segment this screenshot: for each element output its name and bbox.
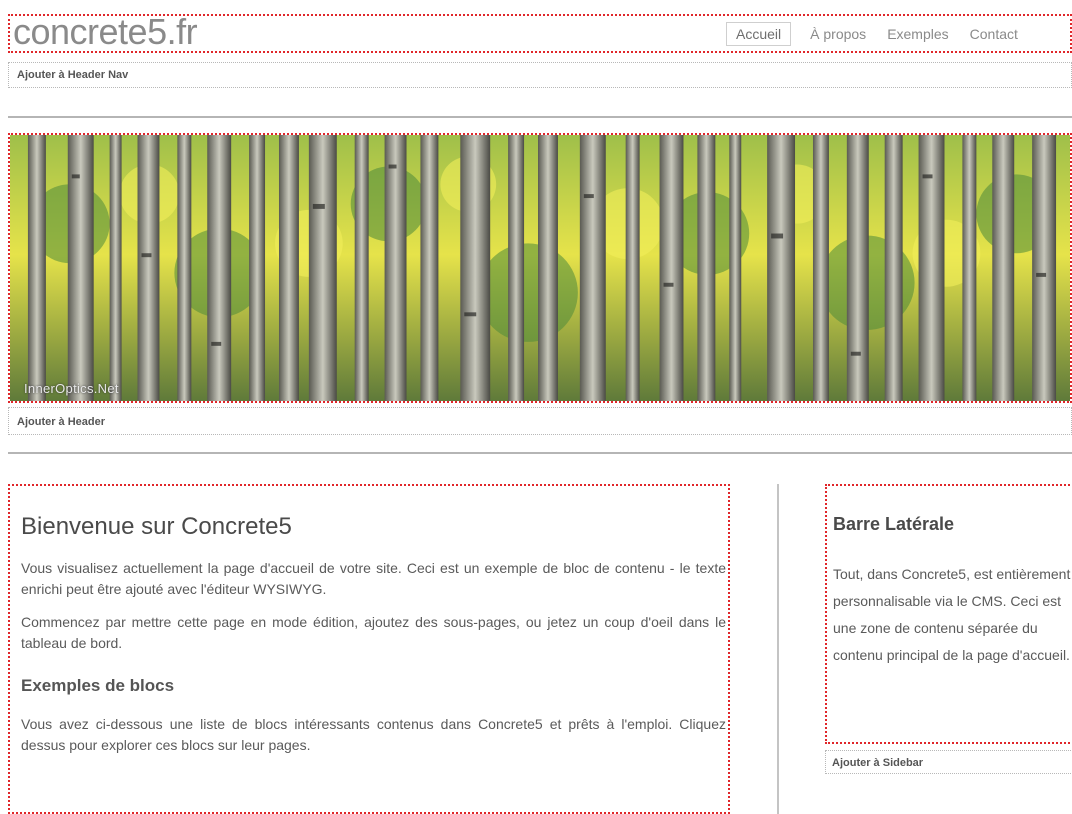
sidebar-text: Tout, dans Concrete5, est entièrement pe…: [833, 566, 1071, 663]
banner-image: [10, 135, 1070, 401]
blocks-heading: Exemples de blocs: [21, 676, 175, 695]
main-heading: Bienvenue sur Concrete5: [21, 513, 292, 540]
header-nav: Accueil À propos Exemples Contact: [726, 20, 1039, 47]
main-paragraph-2: Commencez par mettre cette page en mode …: [21, 614, 726, 651]
nav-item-a-propos[interactable]: À propos: [810, 26, 866, 42]
divider: [8, 116, 1072, 118]
sidebar-area[interactable]: Barre Latérale Tout, dans Concrete5, est…: [825, 484, 1072, 744]
add-to-header-nav-area[interactable]: Ajouter à Header Nav: [8, 62, 1072, 88]
site-title[interactable]: concrete5.fr: [13, 10, 198, 54]
column-divider: [777, 484, 779, 814]
add-to-header-area[interactable]: Ajouter à Header: [8, 407, 1072, 435]
add-to-sidebar-area[interactable]: Ajouter à Sidebar: [825, 750, 1072, 774]
banner-area[interactable]: InnerOptics.Net: [8, 133, 1072, 403]
nav-item-accueil[interactable]: Accueil: [726, 21, 792, 46]
add-to-header-label[interactable]: Ajouter à Header: [17, 416, 105, 428]
sidebar-heading: Barre Latérale: [833, 514, 955, 534]
add-to-header-nav-label[interactable]: Ajouter à Header Nav: [17, 69, 128, 81]
nav-item-contact[interactable]: Contact: [970, 26, 1018, 42]
add-to-sidebar-label[interactable]: Ajouter à Sidebar: [832, 757, 923, 769]
nav-item-exemples[interactable]: Exemples: [887, 26, 948, 42]
main-content-area[interactable]: Bienvenue sur Concrete5 Vous visualisez …: [8, 484, 730, 814]
blocks-paragraph: Vous avez ci-dessous une liste de blocs …: [21, 716, 726, 753]
divider: [8, 452, 1072, 454]
main-paragraph-1: Vous visualisez actuellement la page d'a…: [21, 560, 726, 597]
banner-credit: InnerOptics.Net: [24, 381, 119, 396]
